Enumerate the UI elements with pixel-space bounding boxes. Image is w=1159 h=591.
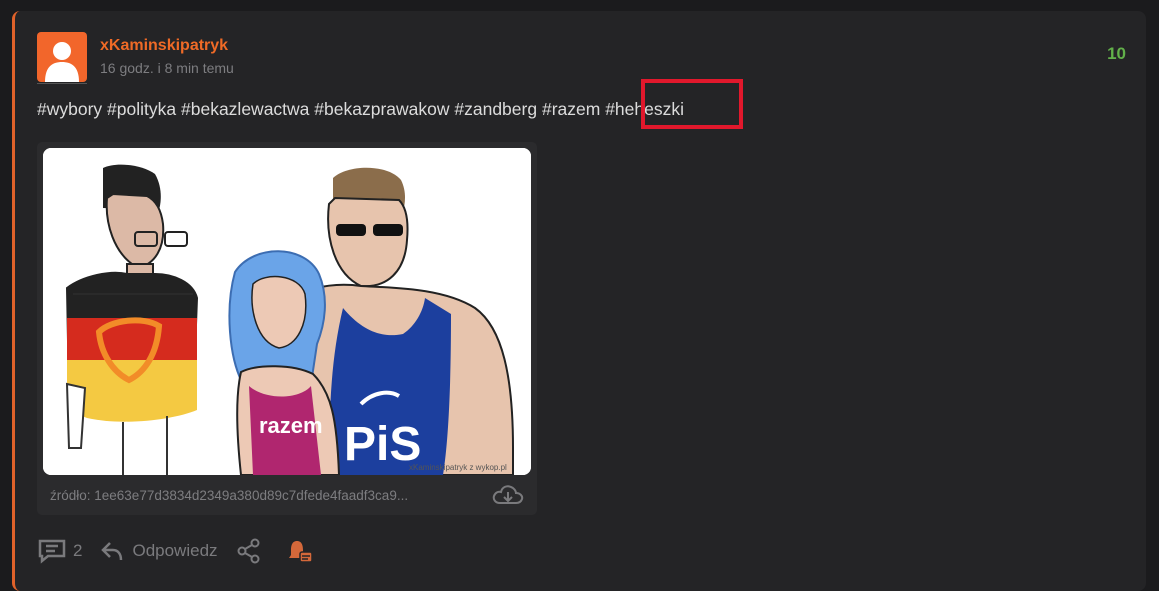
tag-link[interactable]: #zandberg [454,99,537,119]
comment-icon [37,538,67,564]
tag-link[interactable]: #bekazlewactwa [181,99,309,119]
post-card: xKaminskipatryk 16 godz. i 8 min temu 10… [12,11,1146,591]
user-avatar[interactable] [37,32,87,82]
image-embed: PiS razem xKaminskipatryk z wykop.pl źró… [37,142,537,515]
share-button[interactable] [236,538,262,564]
comments-button[interactable]: 2 [37,538,82,564]
user-silhouette-icon [45,42,79,82]
meme-image[interactable]: PiS razem xKaminskipatryk z wykop.pl [43,148,531,475]
shirt-text-razem: razem [259,413,323,438]
avatar-divider [37,83,87,84]
notify-button[interactable] [286,538,314,564]
image-source-link[interactable]: źródło: 1ee63e77d3834d2349a380d89c7dfede… [50,488,408,503]
reply-label: Odpowiedz [132,541,218,560]
tag-highlight-box [641,79,743,129]
reply-arrow-icon [100,539,124,563]
tag-link[interactable]: #razem [542,99,600,119]
tag-link[interactable]: #wybory [37,99,102,119]
post-actions-bar: 2 Odpowiedz [37,536,314,566]
tag-list: #wybory #polityka #bekazlewactwa #bekazp… [37,99,684,120]
reply-button[interactable]: Odpowiedz [100,539,218,563]
tag-link[interactable]: #polityka [107,99,176,119]
post-timestamp[interactable]: 16 godz. i 8 min temu [100,60,234,76]
image-watermark: xKaminskipatryk z wykop.pl [409,463,507,472]
share-icon [236,538,262,564]
bell-icon [286,538,314,564]
meme-illustration: PiS razem xKaminskipatryk z wykop.pl [43,148,531,475]
tag-link[interactable]: #bekazprawakow [314,99,449,119]
comments-count: 2 [73,541,83,560]
vote-count[interactable]: 10 [1107,44,1126,64]
username-link[interactable]: xKaminskipatryk [100,37,228,55]
download-cloud-icon[interactable] [492,483,524,507]
